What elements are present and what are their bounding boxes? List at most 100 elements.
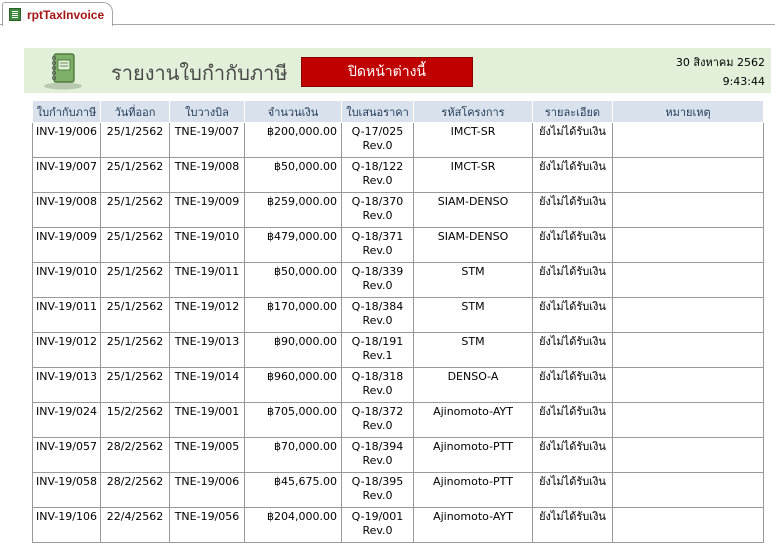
quotation-revision: Rev.0 <box>362 244 393 257</box>
cell-issue-date: 25/1/2562 <box>100 367 170 403</box>
report-time: 9:43:44 <box>722 75 765 88</box>
cell-bill: TNE-19/010 <box>169 227 245 263</box>
quotation-number: Q-18/384 <box>351 300 404 313</box>
quotation-revision: Rev.0 <box>362 524 393 537</box>
column-header-project-code: รหัสโครงการ <box>413 100 533 123</box>
table-row: INV-19/058 28/2/2562 TNE-19/006 ฿45,675.00 Q… <box>32 472 764 508</box>
cell-invoice: INV-19/011 <box>32 297 101 333</box>
cell-quotation: Q-17/025 Rev.0 <box>341 122 414 158</box>
cell-detail: ยังไม่ได้รับเงิน <box>532 367 613 403</box>
report-date: 30 สิงหาคม 2562 <box>675 56 765 69</box>
cell-note <box>612 157 764 193</box>
cell-invoice: INV-19/106 <box>32 507 101 543</box>
quotation-revision: Rev.0 <box>362 209 393 222</box>
cell-note <box>612 472 764 508</box>
cell-detail: ยังไม่ได้รับเงิน <box>532 472 613 508</box>
cell-amount: ฿204,000.00 <box>244 507 342 543</box>
cell-issue-date: 25/1/2562 <box>100 157 170 193</box>
table-row: INV-19/013 25/1/2562 TNE-19/014 ฿960,000.00… <box>32 367 764 403</box>
quotation-number: Q-18/371 <box>351 230 404 243</box>
column-header-issue-date: วันที่ออก <box>100 100 170 123</box>
cell-amount: ฿705,000.00 <box>244 402 342 438</box>
cell-note <box>612 227 764 263</box>
cell-issue-date: 25/1/2562 <box>100 332 170 368</box>
cell-quotation: Q-18/191 Rev.1 <box>341 332 414 368</box>
cell-invoice: INV-19/008 <box>32 192 101 228</box>
cell-note <box>612 367 764 403</box>
cell-project-code: STM <box>413 332 533 368</box>
tab-label: rptTaxInvoice <box>27 7 105 22</box>
cell-note <box>612 297 764 333</box>
cell-quotation: Q-18/384 Rev.0 <box>341 297 414 333</box>
cell-amount: ฿479,000.00 <box>244 227 342 263</box>
cell-detail: ยังไม่ได้รับเงิน <box>532 192 613 228</box>
cell-note <box>612 402 764 438</box>
quotation-number: Q-18/339 <box>351 265 404 278</box>
quotation-number: Q-18/122 <box>351 160 404 173</box>
cell-amount: ฿960,000.00 <box>244 367 342 403</box>
cell-quotation: Q-18/370 Rev.0 <box>341 192 414 228</box>
cell-amount: ฿70,000.00 <box>244 437 342 473</box>
cell-issue-date: 25/1/2562 <box>100 297 170 333</box>
cell-invoice: INV-19/012 <box>32 332 101 368</box>
cell-bill: TNE-19/001 <box>169 402 245 438</box>
quotation-number: Q-18/394 <box>351 440 404 453</box>
cell-note <box>612 332 764 368</box>
cell-invoice: INV-19/057 <box>32 437 101 473</box>
table-row: INV-19/024 15/2/2562 TNE-19/001 ฿705,000.00… <box>32 402 764 438</box>
quotation-number: Q-18/318 <box>351 370 404 383</box>
column-header-quotation: ใบเสนอราคา <box>341 100 414 123</box>
cell-project-code: Ajinomoto-AYT <box>413 402 533 438</box>
cell-bill: TNE-19/007 <box>169 122 245 158</box>
table-row: INV-19/006 25/1/2562 TNE-19/007 ฿200,000.00… <box>32 122 764 158</box>
table-row: INV-19/008 25/1/2562 TNE-19/009 ฿259,000.00… <box>32 192 764 228</box>
cell-detail: ยังไม่ได้รับเงิน <box>532 332 613 368</box>
quotation-revision: Rev.0 <box>362 419 393 432</box>
cell-bill: TNE-19/008 <box>169 157 245 193</box>
quotation-number: Q-18/370 <box>351 195 404 208</box>
cell-amount: ฿50,000.00 <box>244 262 342 298</box>
cell-invoice: INV-19/010 <box>32 262 101 298</box>
cell-bill: TNE-19/011 <box>169 262 245 298</box>
cell-note <box>612 122 764 158</box>
cell-note <box>612 437 764 473</box>
quotation-revision: Rev.0 <box>362 174 393 187</box>
tax-invoice-table: ใบกำกับภาษี วันที่ออก ใบวางบิล จำนวนเงิน… <box>32 100 764 543</box>
cell-amount: ฿90,000.00 <box>244 332 342 368</box>
cell-project-code: SIAM-DENSO <box>413 227 533 263</box>
cell-detail: ยังไม่ได้รับเงิน <box>532 437 613 473</box>
cell-invoice: INV-19/024 <box>32 402 101 438</box>
cell-quotation: Q-18/371 Rev.0 <box>341 227 414 263</box>
cell-bill: TNE-19/006 <box>169 472 245 508</box>
cell-invoice: INV-19/007 <box>32 157 101 193</box>
cell-issue-date: 15/2/2562 <box>100 402 170 438</box>
close-window-button[interactable]: ปิดหน้าต่างนี้ <box>301 57 473 87</box>
quotation-revision: Rev.0 <box>362 314 393 327</box>
quotation-revision: Rev.0 <box>362 279 393 292</box>
cell-invoice: INV-19/006 <box>32 122 101 158</box>
cell-issue-date: 22/4/2562 <box>100 507 170 543</box>
cell-note <box>612 262 764 298</box>
cell-project-code: Ajinomoto-PTT <box>413 437 533 473</box>
column-header-note: หมายเหตุ <box>612 100 764 123</box>
cell-invoice: INV-19/058 <box>32 472 101 508</box>
cell-issue-date: 28/2/2562 <box>100 472 170 508</box>
column-header-detail: รายละเอียด <box>532 100 613 123</box>
column-header-amount: จำนวนเงิน <box>244 100 342 123</box>
cell-bill: TNE-19/012 <box>169 297 245 333</box>
cell-note <box>612 507 764 543</box>
cell-quotation: Q-18/394 Rev.0 <box>341 437 414 473</box>
tab-rpt-tax-invoice[interactable]: rptTaxInvoice <box>2 2 114 26</box>
table-row: INV-19/106 22/4/2562 TNE-19/056 ฿204,000.00… <box>32 507 764 543</box>
cell-detail: ยังไม่ได้รับเงิน <box>532 297 613 333</box>
quotation-revision: Rev.0 <box>362 384 393 397</box>
cell-issue-date: 28/2/2562 <box>100 437 170 473</box>
table-row: INV-19/011 25/1/2562 TNE-19/012 ฿170,000.00… <box>32 297 764 333</box>
cell-project-code: IMCT-SR <box>413 157 533 193</box>
cell-amount: ฿200,000.00 <box>244 122 342 158</box>
cell-detail: ยังไม่ได้รับเงิน <box>532 402 613 438</box>
cell-project-code: STM <box>413 262 533 298</box>
cell-issue-date: 25/1/2562 <box>100 227 170 263</box>
table-row: INV-19/009 25/1/2562 TNE-19/010 ฿479,000.00… <box>32 227 764 263</box>
cell-bill: TNE-19/009 <box>169 192 245 228</box>
